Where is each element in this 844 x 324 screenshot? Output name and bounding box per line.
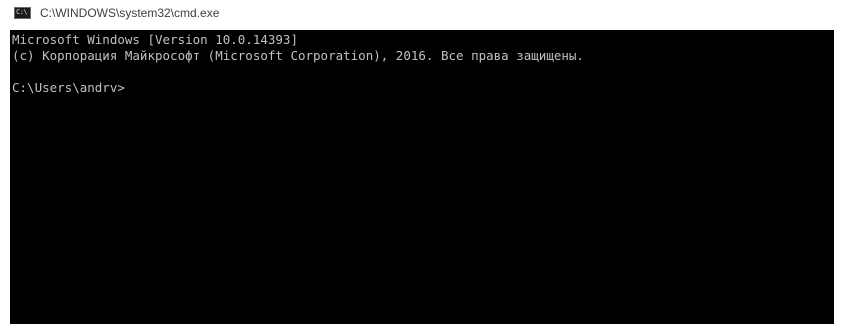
- title-bar[interactable]: C:\ C:\WINDOWS\system32\cmd.exe: [0, 0, 844, 30]
- window-title: C:\WINDOWS\system32\cmd.exe: [40, 6, 220, 20]
- cmd-window: C:\ C:\WINDOWS\system32\cmd.exe Microsof…: [0, 0, 844, 324]
- console-area[interactable]: Microsoft Windows [Version 10.0.14393] (…: [10, 30, 834, 324]
- cmd-icon-text: C:\: [16, 8, 28, 16]
- console-line-copyright: (c) Корпорация Майкрософт (Microsoft Cor…: [12, 48, 584, 63]
- console-line-version: Microsoft Windows [Version 10.0.14393]: [12, 32, 298, 47]
- command-prompt[interactable]: C:\Users\andrv>: [12, 80, 834, 96]
- cmd-icon[interactable]: C:\: [14, 7, 31, 19]
